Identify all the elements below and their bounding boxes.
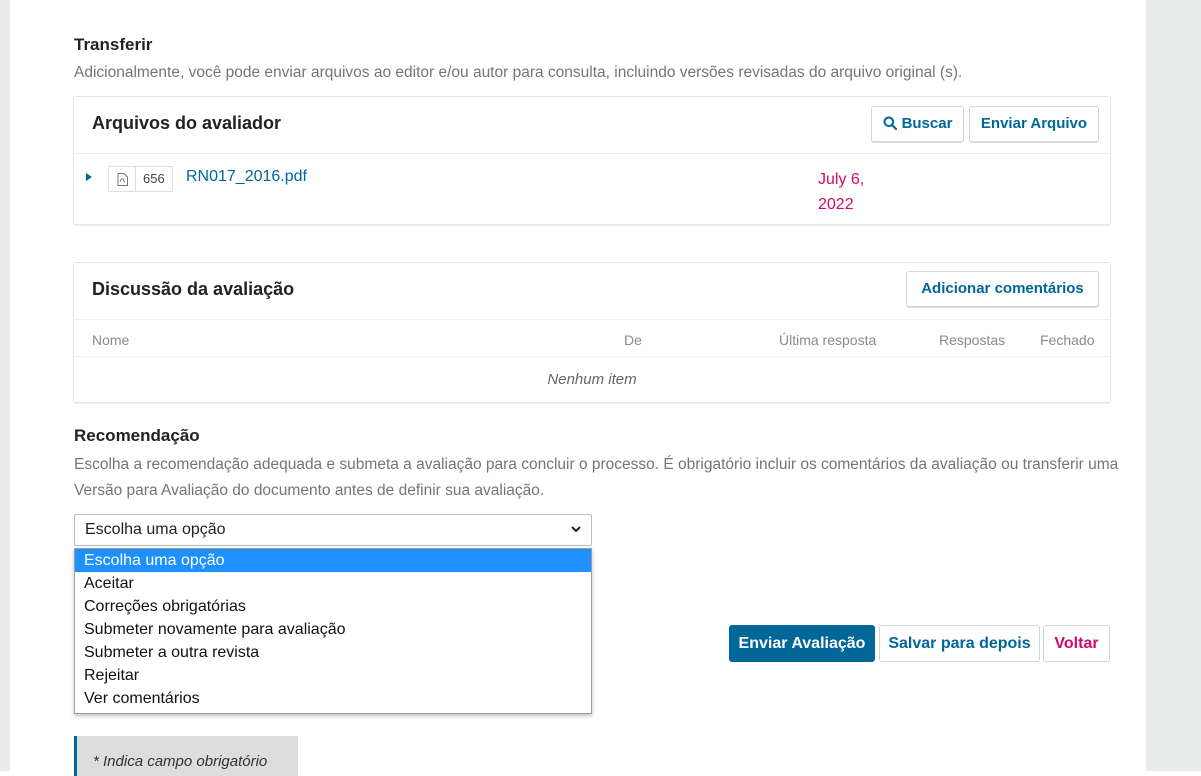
save-for-later-button[interactable]: Salvar para depois	[879, 625, 1040, 662]
discussion-title: Discussão da avaliação	[92, 279, 295, 299]
recommendation-select[interactable]: Escolha uma opção	[74, 514, 592, 546]
recommendation-description: Escolha a recomendação adequada e submet…	[74, 456, 1119, 499]
add-comments-button[interactable]: Adicionar comentários	[906, 271, 1099, 307]
option-choose[interactable]: Escolha uma opção	[75, 549, 591, 572]
recommendation-title: Recomendação	[74, 426, 200, 445]
column-header-closed: Fechado	[1040, 332, 1095, 348]
search-button[interactable]: Buscar	[871, 106, 964, 142]
file-date: July 6, 2022	[818, 167, 864, 217]
discussion-table: Nome De Última resposta Respostas Fechad…	[74, 320, 1110, 402]
column-header-replies: Respostas	[939, 332, 1006, 348]
submit-review-button[interactable]: Enviar Avaliação	[729, 625, 875, 662]
upload-section-description: Adicionalmente, você pode enviar arquivo…	[74, 64, 963, 81]
recommendation-dropdown-list: Escolha uma opção Aceitar Correções obri…	[74, 548, 592, 714]
column-header-name: Nome	[92, 332, 130, 348]
file-badge: 656	[108, 166, 173, 192]
search-button-label: Buscar	[901, 115, 953, 132]
option-decline[interactable]: Rejeitar	[75, 664, 591, 687]
empty-table-message: Nenhum item	[74, 356, 1110, 403]
recommendation-select-value: Escolha uma opção	[85, 521, 226, 538]
expand-caret-icon[interactable]	[86, 173, 92, 181]
column-header-last-reply: Última resposta	[779, 332, 877, 348]
left-gutter	[0, 0, 10, 771]
pdf-file-icon	[109, 167, 136, 191]
reviewer-files-title: Arquivos do avaliador	[92, 113, 282, 133]
upload-section-title: Transferir	[74, 35, 153, 54]
file-name-link[interactable]: RN017_2016.pdf	[186, 168, 307, 186]
file-date-line2: 2022	[818, 196, 854, 213]
file-id: 656	[143, 171, 165, 186]
option-accept[interactable]: Aceitar	[75, 572, 591, 595]
right-gutter	[1146, 0, 1201, 771]
column-header-from: De	[624, 332, 642, 348]
review-discussion-panel: Discussão da avaliação Adicionar comentá…	[74, 263, 1110, 402]
reviewer-files-panel: Arquivos do avaliador Buscar Enviar Arqu…	[74, 97, 1110, 224]
chevron-down-icon	[571, 526, 581, 533]
file-date-line1: July 6,	[818, 171, 865, 188]
option-see-comments[interactable]: Ver comentários	[75, 687, 591, 710]
option-resubmit-elsewhere[interactable]: Submeter a outra revista	[75, 641, 591, 664]
reviewer-files-header: Arquivos do avaliador Buscar Enviar Arqu…	[74, 97, 1110, 154]
required-fields-note: * Indica campo obrigatório	[74, 736, 298, 776]
option-resubmit-for-review[interactable]: Submeter novamente para avaliação	[75, 618, 591, 641]
back-button[interactable]: Voltar	[1043, 625, 1110, 662]
file-row: 656 RN017_2016.pdf July 6, 2022	[74, 154, 1110, 226]
upload-file-button[interactable]: Enviar Arquivo	[969, 106, 1099, 142]
option-required-revisions[interactable]: Correções obrigatórias	[75, 595, 591, 618]
search-icon	[883, 116, 897, 131]
discussion-header: Discussão da avaliação Adicionar comentá…	[74, 263, 1110, 320]
